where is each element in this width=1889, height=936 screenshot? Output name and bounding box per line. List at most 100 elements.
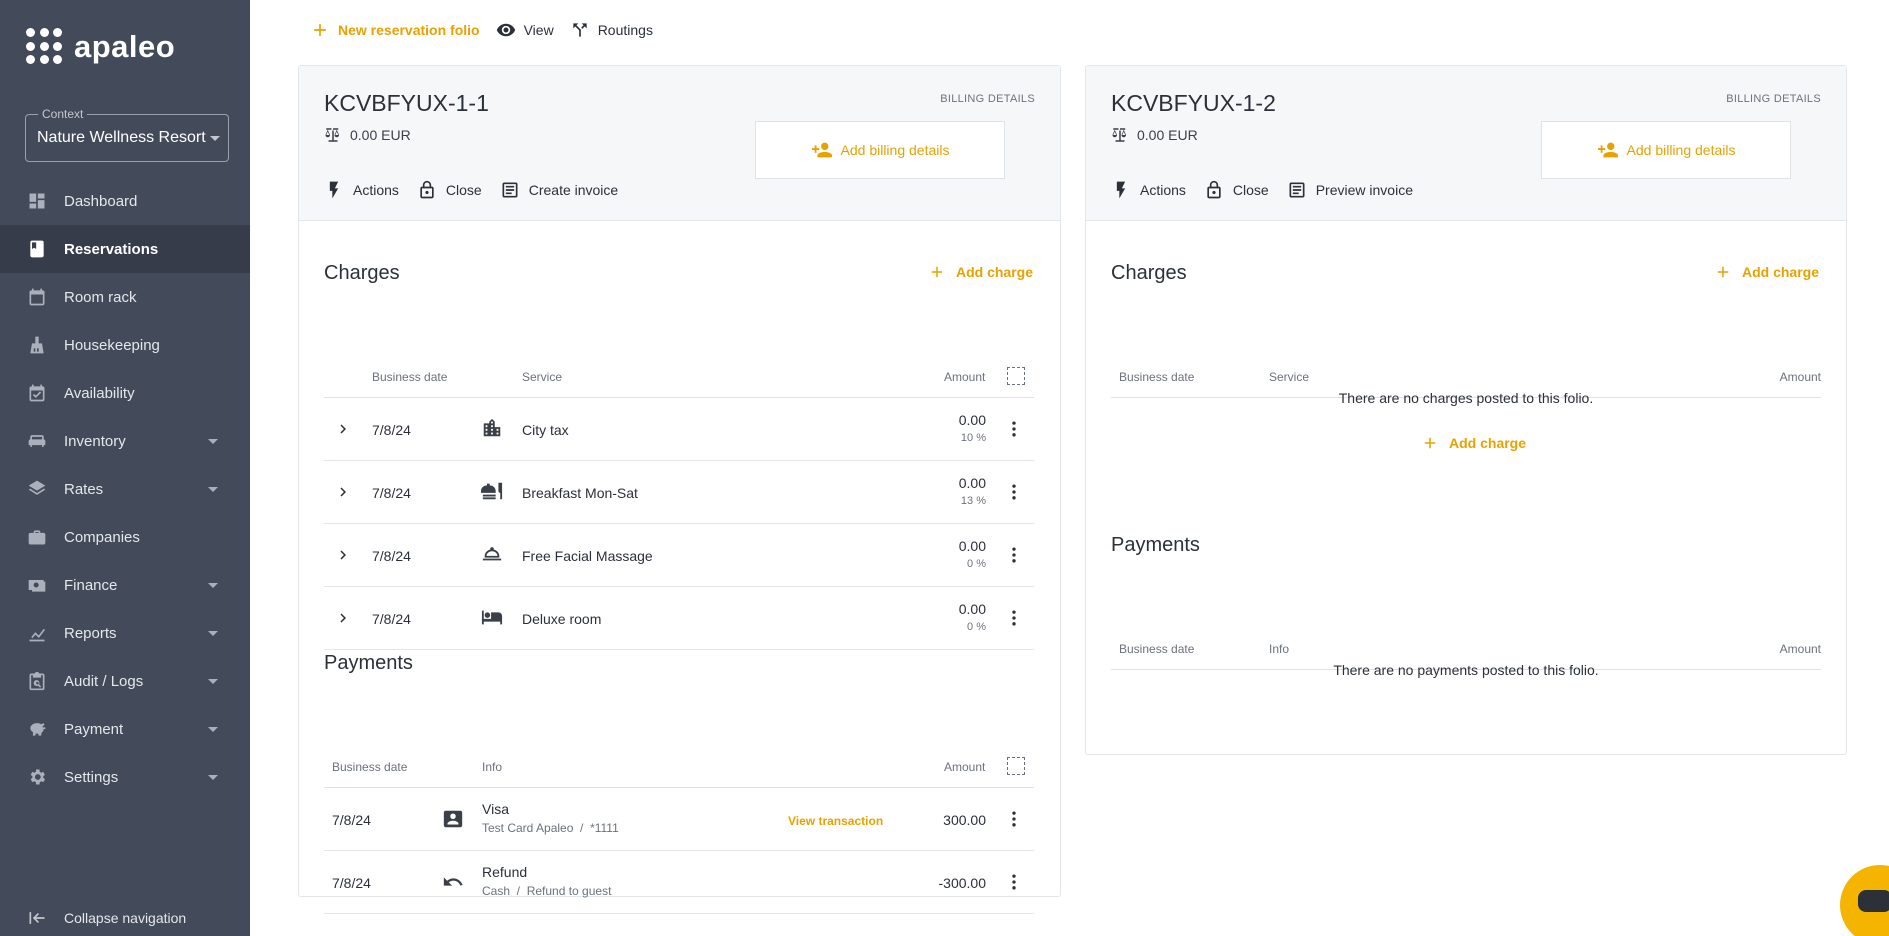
charge-row[interactable]: 7/8/24 Breakfast Mon-Sat 0.00 13 % xyxy=(324,461,1034,524)
payment-row[interactable]: 7/8/24 Refund Cash / Refund to guest -30… xyxy=(324,851,1034,914)
charge-date: 7/8/24 xyxy=(372,422,411,438)
routing-icon xyxy=(573,23,587,37)
folio-title: KCVBFYUX-1-1 xyxy=(324,90,489,116)
charge-date: 7/8/24 xyxy=(372,485,411,501)
billing-details-label: BILLING DETAILS xyxy=(1726,93,1821,105)
empty-add-charge-button[interactable]: Add charge xyxy=(1421,434,1526,452)
folio-actions: Actions Close Preview invoice xyxy=(1111,180,1413,200)
more-vert-icon[interactable] xyxy=(1004,809,1024,832)
vat-percent: 0 % xyxy=(967,621,986,633)
payment-date: 7/8/24 xyxy=(332,875,371,891)
breakfast-icon xyxy=(481,480,503,505)
invoice-label: Create invoice xyxy=(528,182,619,198)
new-folio-label: New reservation folio xyxy=(338,22,480,38)
view-transaction-link[interactable]: View transaction xyxy=(788,814,883,828)
amount-value: 0.00 xyxy=(958,601,986,617)
calendar-check-icon xyxy=(27,383,47,403)
no-payments-message: There are no payments posted to this fol… xyxy=(1333,662,1599,678)
layers-icon xyxy=(27,479,47,499)
apaleo-logo[interactable]: apaleo xyxy=(26,28,175,66)
chevron-right-icon[interactable] xyxy=(334,609,352,630)
payment-row[interactable]: 7/8/24 Visa Test Card Apaleo / *1111 Vie… xyxy=(324,788,1034,851)
add-billing-details-button[interactable]: Add billing details xyxy=(755,121,1005,179)
payment-amount: 300.00 xyxy=(943,812,986,828)
lock-icon xyxy=(1207,180,1221,199)
nav-item-inventory[interactable]: Inventory xyxy=(0,417,250,465)
collapse-navigation-button[interactable]: Collapse navigation xyxy=(27,908,186,928)
create-invoice-button[interactable]: Create invoice xyxy=(500,180,619,200)
nav-item-payment[interactable]: Payment xyxy=(0,705,250,753)
charge-row[interactable]: 7/8/24 Free Facial Massage 0.00 0 % xyxy=(324,524,1034,587)
lightning-icon xyxy=(329,181,339,199)
nav-label: Dashboard xyxy=(64,192,138,210)
collapse-label: Collapse navigation xyxy=(64,910,187,926)
more-vert-icon[interactable] xyxy=(1004,872,1024,895)
col-info: Info xyxy=(482,760,503,774)
add-charge-label: Add charge xyxy=(955,264,1033,280)
close-label: Close xyxy=(1232,182,1269,198)
more-vert-icon[interactable] xyxy=(1004,482,1024,505)
preview-invoice-button[interactable]: Preview invoice xyxy=(1287,180,1413,200)
payment-note: Refund to guest xyxy=(526,884,612,898)
nav-label: Room rack xyxy=(64,288,137,306)
new-reservation-folio-button[interactable]: New reservation folio xyxy=(310,20,480,40)
nav-item-settings[interactable]: Settings xyxy=(0,753,250,801)
nav-item-housekeeping[interactable]: Housekeeping xyxy=(0,321,250,369)
balance-value: 0.00 EUR xyxy=(350,127,411,143)
bed-icon xyxy=(481,606,503,631)
nav-item-reports[interactable]: Reports xyxy=(0,609,250,657)
payment-info: Refund Cash / Refund to guest xyxy=(482,864,611,898)
close-folio-button[interactable]: Close xyxy=(1204,180,1269,200)
chat-widget-button[interactable] xyxy=(1840,865,1889,936)
more-vert-icon[interactable] xyxy=(1004,608,1024,631)
nav-label: Payment xyxy=(64,720,124,738)
close-folio-button[interactable]: Close xyxy=(417,180,482,200)
folio-balance: 0.00 EUR xyxy=(324,126,411,144)
charge-row[interactable]: 7/8/24 City tax 0.00 10 % xyxy=(324,398,1034,461)
more-vert-icon[interactable] xyxy=(1004,419,1024,442)
add-charge-button[interactable]: Add charge xyxy=(1714,263,1819,281)
charge-amount: 0.00 13 % xyxy=(959,475,986,507)
chevron-right-icon[interactable] xyxy=(334,546,352,567)
payment-detail: Test Card Apaleo / *1111 xyxy=(482,821,619,835)
chevron-right-icon[interactable] xyxy=(334,483,352,504)
broom-icon xyxy=(27,335,47,355)
col-service: Service xyxy=(1269,370,1310,384)
payments-table-header: Business date Info Amount xyxy=(324,746,1034,788)
nav-item-reservations[interactable]: Reservations xyxy=(0,225,250,273)
caret-down-icon xyxy=(208,487,218,492)
nav-item-room-rack[interactable]: Room rack xyxy=(0,273,250,321)
col-info: Info xyxy=(1269,642,1290,656)
routings-button[interactable]: Routings xyxy=(570,20,653,40)
add-person-icon xyxy=(811,142,832,158)
actions-button[interactable]: Actions xyxy=(1111,180,1186,200)
view-button[interactable]: View xyxy=(496,20,554,40)
nav-item-availability[interactable]: Availability xyxy=(0,369,250,417)
charge-row[interactable]: 7/8/24 Deluxe room 0.00 0 % xyxy=(324,587,1034,650)
no-charges-message: There are no charges posted to this foli… xyxy=(1338,390,1594,406)
column-selector-icon[interactable] xyxy=(1007,367,1025,385)
add-billing-label: Add billing details xyxy=(840,142,950,158)
payment-amount: -300.00 xyxy=(938,875,986,891)
charge-service: Free Facial Massage xyxy=(522,548,653,564)
add-billing-details-button[interactable]: Add billing details xyxy=(1541,121,1791,179)
more-vert-icon[interactable] xyxy=(1004,545,1024,568)
undo-icon xyxy=(442,871,464,896)
nav-item-audit-logs[interactable]: Audit / Logs xyxy=(0,657,250,705)
nav-item-finance[interactable]: Finance xyxy=(0,561,250,609)
context-select[interactable]: Context Nature Wellness Resort xyxy=(25,107,229,162)
nav-item-rates[interactable]: Rates xyxy=(0,465,250,513)
nav-item-dashboard[interactable]: Dashboard xyxy=(0,177,250,225)
reservations-icon xyxy=(27,239,47,259)
column-selector-icon[interactable] xyxy=(1007,757,1025,775)
payment-info: Visa Test Card Apaleo / *1111 xyxy=(482,801,619,835)
actions-button[interactable]: Actions xyxy=(324,180,399,200)
add-charge-button[interactable]: Add charge xyxy=(928,263,1033,281)
close-label: Close xyxy=(445,182,482,198)
main-nav: Dashboard Reservations Room rack Houseke… xyxy=(0,177,250,801)
charge-date: 7/8/24 xyxy=(372,548,411,564)
col-amount: Amount xyxy=(1779,642,1821,656)
chevron-right-icon[interactable] xyxy=(334,420,352,441)
nav-item-companies[interactable]: Companies xyxy=(0,513,250,561)
plus-icon xyxy=(1424,437,1436,449)
